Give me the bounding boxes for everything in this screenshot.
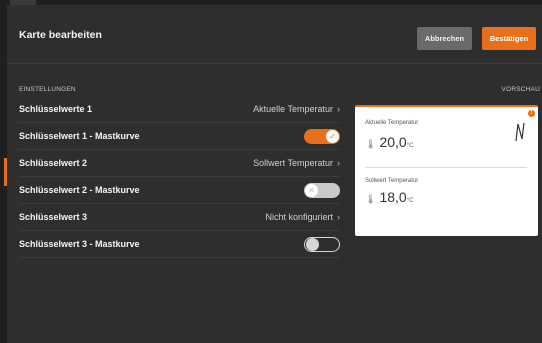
setting-label: Schlüsselwerte 1 — [19, 104, 93, 114]
setting-row-keyvalue-3[interactable]: Schlüsselwert 3 Nicht konfiguriert › — [19, 204, 340, 231]
mastkurve-3-toggle[interactable] — [304, 237, 340, 252]
setting-value[interactable]: Nicht konfiguriert › — [265, 212, 340, 222]
setting-row-keyvalue-2-curve: Schlüsselwert 2 - Mastkurve ✕ — [19, 177, 340, 204]
check-icon: ✓ — [326, 130, 339, 143]
left-rail — [0, 0, 7, 343]
curve-icon — [515, 122, 525, 142]
chevron-right-icon: › — [337, 104, 340, 114]
page-title: Karte bearbeiten — [19, 29, 102, 41]
setting-label: Schlüsselwert 3 - Mastkurve — [19, 239, 140, 249]
setting-value[interactable]: Sollwert Temperatur › — [253, 158, 340, 168]
setting-label: Schlüsselwert 2 — [19, 158, 88, 168]
preview-section-label: VORSCHAU — [501, 86, 540, 93]
settings-section-label: EINSTELLUNGEN — [19, 86, 76, 93]
settings-list: Schlüsselwerte 1 Aktuelle Temperatur › Sc… — [19, 96, 340, 258]
mastkurve-1-toggle[interactable]: ✓ — [304, 129, 340, 144]
preview-divider — [365, 167, 527, 168]
preview-label-current: Aktuelle Temperatur — [365, 120, 419, 126]
confirm-button[interactable]: Bestätigen — [482, 27, 536, 50]
chevron-right-icon: › — [337, 158, 340, 168]
setting-label: Schlüsselwert 3 — [19, 212, 88, 222]
edit-card-panel: Karte bearbeiten Abbrechen Bestätigen EI… — [7, 5, 542, 343]
close-icon: ✕ — [305, 184, 318, 197]
setting-row-keyvalue-1-curve: Schlüsselwert 1 - Mastkurve ✓ — [19, 123, 340, 150]
cancel-button[interactable]: Abbrechen — [417, 27, 472, 50]
setting-row-keyvalue-2[interactable]: Schlüsselwert 2 Sollwert Temperatur › — [19, 150, 340, 177]
toggle-knob — [306, 238, 319, 251]
thermometer-icon: 🌡 — [365, 194, 377, 204]
chevron-right-icon: › — [337, 212, 340, 222]
preview-value-current: 🌡 20,0°C — [365, 134, 414, 150]
preview-value-setpoint: 🌡 18,0°C — [365, 189, 414, 205]
setting-row-keyvalue-1[interactable]: Schlüsselwerte 1 Aktuelle Temperatur › — [19, 96, 340, 123]
mastkurve-2-toggle[interactable]: ✕ — [304, 183, 340, 198]
setting-label: Schlüsselwert 2 - Mastkurve — [19, 185, 140, 195]
preview-label-setpoint: Sollwert Temperatur — [365, 178, 419, 184]
setting-value[interactable]: Aktuelle Temperatur › — [253, 104, 340, 114]
thermometer-icon: 🌡 — [365, 139, 377, 149]
panel-header: Karte bearbeiten Abbrechen Bestätigen — [7, 5, 542, 64]
setting-label: Schlüsselwert 1 - Mastkurve — [19, 131, 140, 141]
warning-icon: ! — [528, 110, 535, 117]
setting-row-keyvalue-3-curve: Schlüsselwert 3 - Mastkurve — [19, 231, 340, 258]
preview-card: ! Aktuelle Temperatur 🌡 20,0°C Sollwert T… — [355, 105, 538, 236]
